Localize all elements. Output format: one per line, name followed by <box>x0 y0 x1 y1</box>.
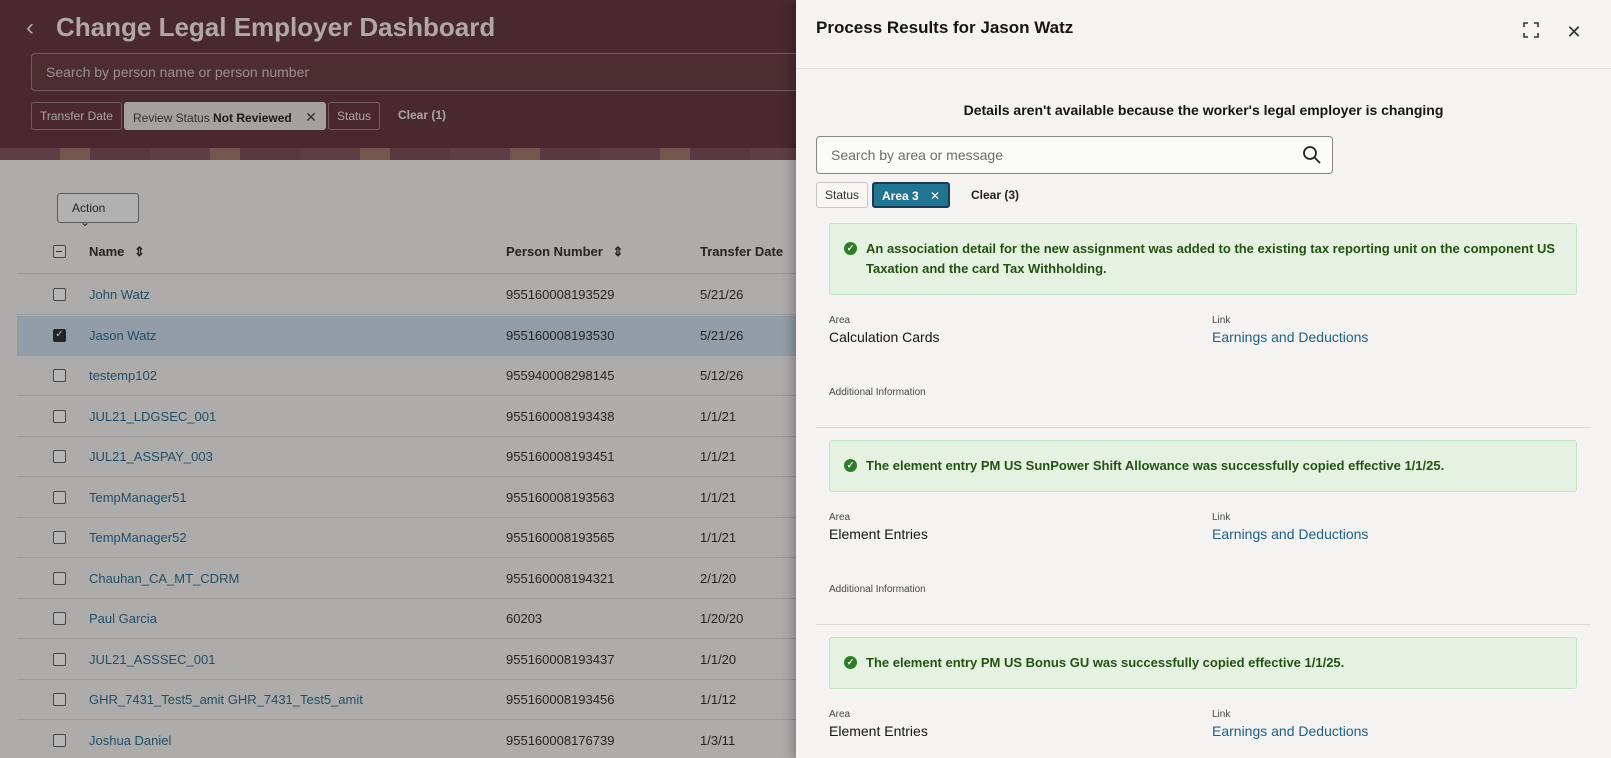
additional-info-label: Additional Information <box>829 387 926 398</box>
link-label: Link <box>1212 709 1231 720</box>
clear-filters-link[interactable]: Clear (3) <box>971 188 1019 202</box>
area-value: Element Entries <box>829 723 928 739</box>
divider <box>816 624 1591 625</box>
drawer-header: Process Results for Jason Watz ✕ <box>796 0 1611 69</box>
additional-info-label: Additional Information <box>829 584 926 595</box>
earnings-deductions-link[interactable]: Earnings and Deductions <box>1212 526 1368 542</box>
area-label: Area <box>829 315 851 326</box>
filter-status[interactable]: Status <box>816 182 869 208</box>
drawer-title: Process Results for Jason Watz <box>816 18 1074 37</box>
check-circle-icon: ✓ <box>844 242 857 255</box>
area-label: Area <box>829 512 851 523</box>
success-message: ✓ The element entry PM US Bonus GU was su… <box>829 637 1577 689</box>
close-icon[interactable]: ✕ <box>1562 20 1586 44</box>
area-message-search-input[interactable]: Search by area or message <box>816 136 1333 174</box>
filter-area[interactable]: Area 3 ✕ <box>872 182 951 208</box>
expand-icon[interactable] <box>1519 20 1543 44</box>
check-circle-icon: ✓ <box>844 656 857 669</box>
check-circle-icon: ✓ <box>844 459 857 472</box>
earnings-deductions-link[interactable]: Earnings and Deductions <box>1212 723 1368 739</box>
divider <box>816 427 1591 428</box>
close-icon[interactable]: ✕ <box>930 189 940 203</box>
link-label: Link <box>1212 315 1231 326</box>
search-icon[interactable] <box>1302 145 1322 165</box>
link-label: Link <box>1212 512 1231 523</box>
area-label: Area <box>829 709 851 720</box>
earnings-deductions-link[interactable]: Earnings and Deductions <box>1212 329 1368 345</box>
unavailable-notice: Details aren't available because the wor… <box>963 102 1444 118</box>
success-message: ✓ An association detail for the new assig… <box>829 223 1577 295</box>
process-results-drawer: Process Results for Jason Watz ✕ Details… <box>796 0 1611 758</box>
area-value: Element Entries <box>829 526 928 542</box>
success-message: ✓ The element entry PM US SunPower Shift … <box>829 440 1577 492</box>
area-value: Calculation Cards <box>829 329 940 345</box>
